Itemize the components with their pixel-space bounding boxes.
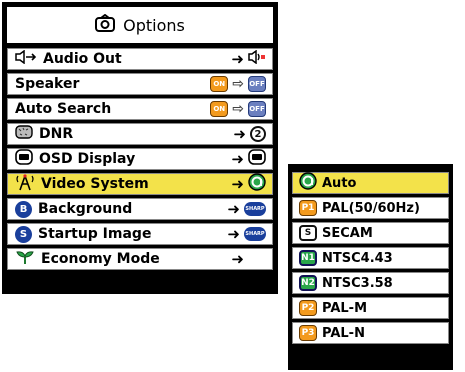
osd-icon xyxy=(15,149,33,169)
n1-badge-icon: N1 xyxy=(299,250,317,266)
off-badge-icon: OFF xyxy=(248,76,266,92)
submenu-item-label: NTSC3.58 xyxy=(322,275,393,291)
dnr-value: ➜ 2 xyxy=(233,124,266,144)
video-system-icon xyxy=(15,173,35,195)
options-icon xyxy=(95,13,116,36)
menu-item-video-system[interactable]: Video System ➜ xyxy=(7,173,273,195)
submenu-item-secam[interactable]: S SECAM xyxy=(292,222,449,244)
background-value: ➜ SHARP xyxy=(227,199,266,219)
submenu-item-label: PAL-M xyxy=(322,300,368,316)
menu-item-economy-mode[interactable]: Economy Mode ➜ xyxy=(7,248,273,270)
menu-item-auto-search[interactable]: Auto Search ON ⇨ OFF xyxy=(7,98,273,120)
submenu-item-ntsc358[interactable]: N2 NTSC3.58 xyxy=(292,272,449,294)
menu-title: Options xyxy=(123,15,185,35)
s-badge-icon: S xyxy=(299,225,317,241)
menu-item-label: Audio Out xyxy=(43,51,122,67)
submenu-item-pal-m[interactable]: P2 PAL-M xyxy=(292,297,449,319)
auto-mode-icon xyxy=(248,173,266,195)
dnr-level-icon: 2 xyxy=(250,126,266,142)
sharp-logo-icon: SHARP xyxy=(244,202,266,216)
submenu-item-ntsc443[interactable]: N1 NTSC4.43 xyxy=(292,247,449,269)
toggle-arrow-icon: ⇨ xyxy=(232,76,244,92)
menu-item-label: OSD Display xyxy=(39,151,136,167)
p1-badge-icon: P1 xyxy=(299,200,317,216)
on-badge-icon: ON xyxy=(210,101,229,117)
audio-out-value: ➜ xyxy=(231,49,266,69)
menu-item-osd-display[interactable]: OSD Display ➜ xyxy=(7,148,273,170)
menu-item-label: Speaker xyxy=(15,76,80,92)
submenu-item-label: SECAM xyxy=(322,225,373,241)
menu-item-label: Startup Image xyxy=(38,226,152,242)
off-badge-icon: OFF xyxy=(248,101,266,117)
audio-out-icon xyxy=(15,49,37,68)
options-menu-panel: Options Audio Out ➜ Speaker ON ⇨ OFF Aut… xyxy=(2,2,278,294)
menu-item-label: Economy Mode xyxy=(41,251,160,267)
menu-header: Options xyxy=(7,7,273,43)
sharp-logo-icon: SHARP xyxy=(244,227,266,241)
right-arrow-icon: ➜ xyxy=(231,250,244,268)
submenu-item-label: PAL-N xyxy=(322,325,365,341)
menu-item-audio-out[interactable]: Audio Out ➜ xyxy=(7,48,273,70)
submenu-item-label: PAL(50/60Hz) xyxy=(322,200,420,216)
dnr-icon xyxy=(15,125,33,143)
background-icon: B xyxy=(15,200,32,218)
menu-item-label: DNR xyxy=(39,126,74,142)
menu-item-label: Background xyxy=(38,201,133,217)
menu-item-label: Video System xyxy=(41,176,149,192)
speaker-value: ON ⇨ OFF xyxy=(210,74,266,94)
right-arrow-icon: ➜ xyxy=(231,175,244,193)
right-arrow-icon: ➜ xyxy=(231,150,244,168)
right-arrow-icon: ➜ xyxy=(231,50,244,68)
speaker-out-icon xyxy=(248,49,266,68)
p3-badge-icon: P3 xyxy=(299,325,317,341)
p2-badge-icon: P2 xyxy=(299,300,317,316)
submenu-item-auto[interactable]: Auto xyxy=(292,172,449,194)
auto-mode-icon xyxy=(299,172,317,194)
right-arrow-icon: ➜ xyxy=(233,125,246,143)
submenu-item-label: NTSC4.43 xyxy=(322,250,393,266)
right-arrow-icon: ➜ xyxy=(227,200,240,218)
menu-item-dnr[interactable]: DNR ➜ 2 xyxy=(7,123,273,145)
video-system-value: ➜ xyxy=(231,173,266,195)
submenu-item-label: Auto xyxy=(322,175,357,191)
osd-value: ➜ xyxy=(231,149,266,169)
menu-item-startup-image[interactable]: S Startup Image ➜ SHARP xyxy=(7,223,273,245)
menu-item-background[interactable]: B Background ➜ SHARP xyxy=(7,198,273,220)
submenu-item-pal[interactable]: P1 PAL(50/60Hz) xyxy=(292,197,449,219)
startup-image-value: ➜ SHARP xyxy=(227,224,266,244)
video-system-submenu: Auto P1 PAL(50/60Hz) S SECAM N1 NTSC4.43… xyxy=(288,164,453,370)
submenu-item-pal-n[interactable]: P3 PAL-N xyxy=(292,322,449,344)
startup-image-icon: S xyxy=(15,225,32,243)
osd-on-icon xyxy=(248,149,266,169)
menu-item-label: Auto Search xyxy=(15,101,112,117)
auto-search-value: ON ⇨ OFF xyxy=(210,99,266,119)
toggle-arrow-icon: ⇨ xyxy=(232,101,244,117)
n2-badge-icon: N2 xyxy=(299,275,317,291)
economy-mode-value: ➜ xyxy=(231,249,244,269)
economy-leaf-icon xyxy=(15,249,35,269)
menu-item-speaker[interactable]: Speaker ON ⇨ OFF xyxy=(7,73,273,95)
right-arrow-icon: ➜ xyxy=(227,225,240,243)
on-badge-icon: ON xyxy=(210,76,229,92)
